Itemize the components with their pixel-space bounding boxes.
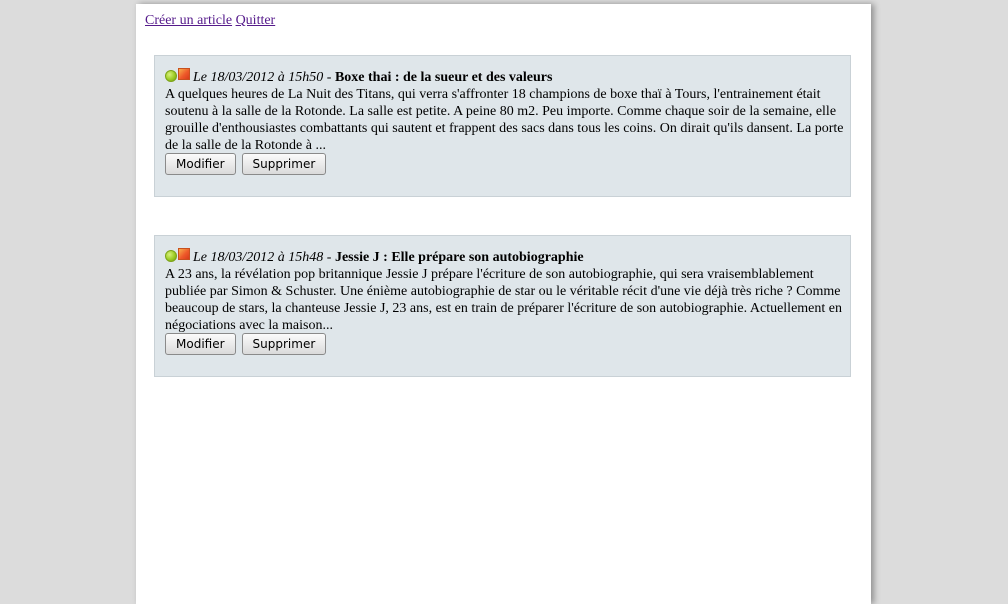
article-header: Le 18/03/2012 à 15h48 - Jessie J : Elle … — [165, 248, 584, 267]
article-excerpt: A quelques heures de La Nuit des Titans,… — [165, 87, 844, 153]
create-article-link[interactable]: Créer un article — [145, 13, 232, 28]
rss-feed-icon — [178, 68, 190, 80]
top-nav: Créer un article Quitter — [145, 12, 275, 30]
edit-button[interactable]: Modifier — [165, 333, 236, 355]
article-actions: Modifier Supprimer — [165, 153, 328, 175]
delete-button[interactable]: Supprimer — [241, 153, 327, 175]
article-title: Boxe thai : de la sueur et des valeurs — [334, 70, 553, 85]
status-icon — [165, 70, 177, 82]
article-card: Le 18/03/2012 à 15h50 - Boxe thai : de l… — [154, 55, 851, 197]
article-excerpt: A 23 ans, la révélation pop britannique … — [165, 267, 842, 333]
article-title: Jessie J : Elle prépare son autobiograph… — [334, 250, 584, 265]
article-card: Le 18/03/2012 à 15h48 - Jessie J : Elle … — [154, 235, 851, 377]
quit-link[interactable]: Quitter — [236, 13, 276, 28]
article-actions: Modifier Supprimer — [165, 333, 328, 355]
status-icon — [165, 250, 177, 262]
article-date: Le 18/03/2012 à 15h50 — [193, 70, 324, 85]
content-page: Créer un article Quitter Le 18/03/2012 à… — [136, 4, 871, 604]
header-separator: - — [323, 250, 335, 265]
header-separator: - — [323, 70, 335, 85]
edit-button[interactable]: Modifier — [165, 153, 236, 175]
delete-button[interactable]: Supprimer — [241, 333, 327, 355]
article-header: Le 18/03/2012 à 15h50 - Boxe thai : de l… — [165, 68, 552, 87]
article-date: Le 18/03/2012 à 15h48 — [193, 250, 324, 265]
rss-feed-icon — [178, 248, 190, 260]
